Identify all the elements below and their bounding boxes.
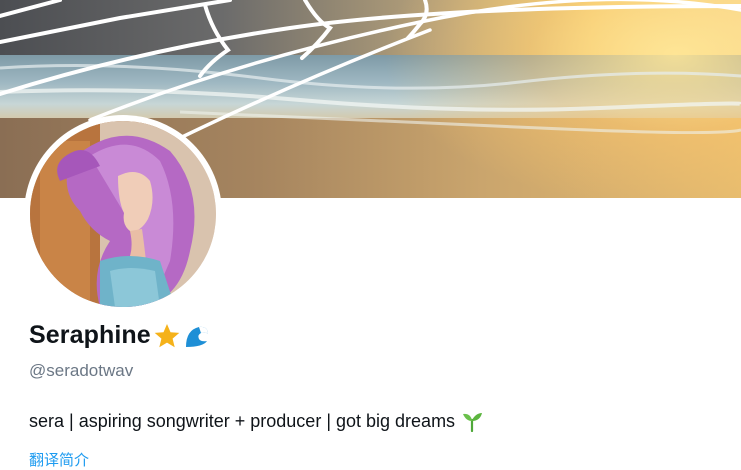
seedling-emoji-icon — [461, 410, 483, 433]
translate-bio-link[interactable]: 翻译简介 — [29, 449, 89, 470]
bio-text: sera | aspiring songwriter + producer | … — [29, 410, 456, 431]
profile-bio: sera | aspiring songwriter + producer | … — [29, 410, 483, 433]
display-name-row: Seraphine — [29, 321, 211, 350]
wave-emoji-icon — [183, 322, 211, 350]
avatar-image — [30, 121, 216, 307]
avatar-illustration — [30, 121, 216, 307]
user-handle: @seradotwav — [29, 361, 134, 380]
star-emoji-icon — [153, 322, 181, 350]
profile-avatar[interactable] — [24, 115, 222, 313]
display-name: Seraphine — [29, 321, 151, 349]
